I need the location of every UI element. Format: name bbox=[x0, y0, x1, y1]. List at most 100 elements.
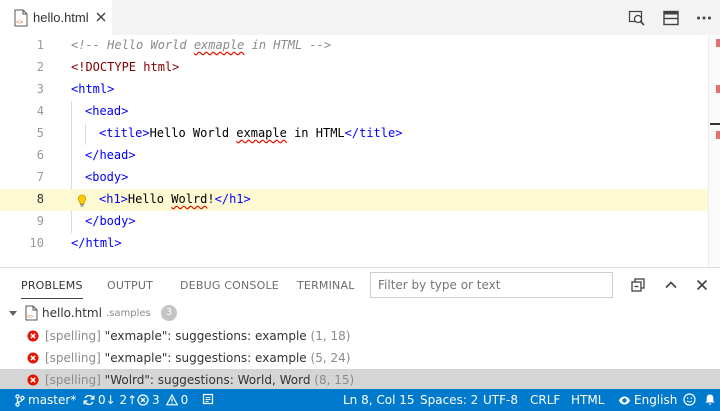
problem-item-selected[interactable]: [spelling] "Wolrd": suggestions: World, … bbox=[0, 369, 720, 391]
code-text: <h1>Hello Wolrd!</h1> bbox=[99, 192, 251, 206]
problem-position: (1, 18) bbox=[310, 329, 351, 343]
code-line[interactable]: 9 </body> bbox=[0, 211, 708, 233]
problem-item[interactable]: [spelling] "exmaple": suggestions: examp… bbox=[0, 347, 720, 369]
code-line[interactable]: 5 <title>Hello World exmaple in HTML</ti… bbox=[0, 123, 708, 145]
line-number: 1 bbox=[36, 38, 44, 52]
code-editor[interactable]: 1 <!-- Hello World exmaple in HTML --> 2… bbox=[0, 35, 720, 267]
sync-status: 0↓ 2↑ bbox=[98, 393, 138, 407]
code-line[interactable]: 10 </html> bbox=[0, 233, 708, 255]
branch-name: master* bbox=[28, 393, 77, 407]
error-icon bbox=[27, 352, 39, 364]
output-icon bbox=[202, 393, 214, 405]
chevron-down-icon[interactable] bbox=[9, 309, 17, 317]
error-icon bbox=[27, 374, 39, 386]
open-preview-icon[interactable] bbox=[628, 9, 646, 27]
notifications[interactable] bbox=[704, 393, 719, 406]
group-file-name: hello.html bbox=[42, 306, 102, 320]
problems-filter[interactable] bbox=[370, 272, 613, 298]
problems-summary[interactable]: 3 0 bbox=[137, 393, 188, 407]
problem-source: [spelling] bbox=[45, 329, 101, 343]
code-line[interactable]: 6 </head> bbox=[0, 145, 708, 167]
maximize-panel-icon[interactable] bbox=[663, 277, 679, 293]
split-editor-icon[interactable] bbox=[662, 9, 680, 27]
error-marker bbox=[716, 39, 720, 47]
code-text: <title>Hello World exmaple in HTML</titl… bbox=[99, 126, 403, 140]
tab-debug-console[interactable]: DEBUG CONSOLE bbox=[180, 279, 279, 292]
problem-message: "Wolrd": suggestions: World, Word bbox=[104, 373, 311, 387]
misspelled-word: exmaple bbox=[236, 126, 287, 140]
cursor-marker bbox=[710, 123, 720, 125]
line-number: 6 bbox=[36, 148, 44, 162]
misspelled-word: Wolrd bbox=[171, 192, 208, 206]
output-log[interactable] bbox=[202, 393, 217, 405]
smiley-icon bbox=[683, 393, 696, 406]
problems-file-group[interactable]: <> hello.html .samples 3 bbox=[0, 303, 720, 325]
code-line[interactable]: 2 <!DOCTYPE html> bbox=[0, 57, 708, 79]
misspelled-word: exmaple bbox=[193, 38, 245, 52]
line-number: 8 bbox=[36, 192, 44, 206]
code-text: <!DOCTYPE html> bbox=[71, 60, 180, 74]
code-text: <body> bbox=[85, 170, 129, 184]
code-text: <!-- Hello World exmaple in HTML --> bbox=[71, 38, 332, 52]
group-folder: .samples bbox=[106, 308, 151, 319]
file-icon: <> bbox=[14, 9, 28, 26]
line-number: 7 bbox=[36, 170, 44, 184]
language-mode[interactable]: HTML bbox=[571, 393, 604, 407]
code-text: <head> bbox=[85, 104, 129, 118]
error-icon bbox=[137, 394, 149, 406]
tab-problems[interactable]: PROBLEMS bbox=[21, 279, 83, 299]
line-number: 3 bbox=[36, 82, 44, 96]
error-marker bbox=[716, 131, 720, 139]
editor-tab-bar: <> hello.html bbox=[0, 0, 720, 35]
filter-input[interactable] bbox=[376, 277, 611, 293]
problem-source: [spelling] bbox=[45, 373, 101, 387]
cursor-position[interactable]: Ln 8, Col 15 bbox=[343, 393, 415, 407]
problem-item[interactable]: [spelling] "exmaple": suggestions: examp… bbox=[0, 325, 720, 347]
code-line[interactable]: 7 <body> bbox=[0, 167, 708, 189]
spell-language[interactable]: English bbox=[618, 393, 677, 407]
line-number: 10 bbox=[29, 236, 44, 250]
git-branch-icon bbox=[15, 393, 25, 407]
tab-hello-html[interactable]: <> hello.html bbox=[0, 0, 112, 35]
indentation[interactable]: Spaces: 2 bbox=[420, 393, 478, 407]
end-of-line[interactable]: CRLF bbox=[530, 393, 560, 407]
git-sync[interactable]: 0↓ 2↑ bbox=[83, 393, 137, 407]
sync-icon bbox=[83, 394, 95, 406]
line-number: 5 bbox=[36, 126, 44, 140]
bottom-panel: PROBLEMS OUTPUT DEBUG CONSOLE TERMINAL <… bbox=[0, 267, 720, 394]
git-branch[interactable]: master* bbox=[15, 393, 76, 407]
error-icon bbox=[27, 330, 39, 342]
encoding[interactable]: UTF-8 bbox=[483, 393, 518, 407]
code-line[interactable]: 4 <head> bbox=[0, 101, 708, 123]
problem-message: "exmaple": suggestions: example bbox=[104, 351, 307, 365]
error-count: 3 bbox=[152, 393, 160, 407]
more-actions-icon[interactable] bbox=[695, 9, 713, 27]
file-icon: <> bbox=[25, 305, 38, 321]
status-bar: master* 0↓ 2↑ 3 0 Ln 8, Col 15 Spaces: 2… bbox=[0, 389, 720, 411]
collapse-all-icon[interactable] bbox=[630, 277, 646, 293]
code-text: <html> bbox=[71, 82, 115, 96]
problem-count-badge: 3 bbox=[161, 305, 177, 321]
eye-icon bbox=[618, 396, 631, 404]
bell-icon bbox=[705, 394, 715, 405]
warning-icon bbox=[165, 394, 178, 406]
overview-ruler[interactable] bbox=[708, 35, 720, 267]
code-line-current[interactable]: 8 <h1>Hello Wolrd!</h1> bbox=[0, 189, 708, 211]
svg-text:<>: <> bbox=[27, 314, 34, 320]
feedback[interactable] bbox=[683, 393, 700, 406]
problem-position: (8, 15) bbox=[314, 373, 355, 387]
line-number: 2 bbox=[36, 60, 44, 74]
problem-source: [spelling] bbox=[45, 351, 101, 365]
close-panel-icon[interactable] bbox=[694, 277, 710, 293]
code-line[interactable]: 1 <!-- Hello World exmaple in HTML --> bbox=[0, 35, 708, 57]
close-icon[interactable] bbox=[95, 11, 107, 23]
code-text: </html> bbox=[71, 236, 122, 250]
code-text: </head> bbox=[85, 148, 136, 162]
code-line[interactable]: 3 <html> bbox=[0, 79, 708, 101]
tab-label: hello.html bbox=[33, 10, 89, 25]
tab-output[interactable]: OUTPUT bbox=[107, 279, 153, 292]
error-marker bbox=[716, 85, 720, 93]
lightbulb-icon[interactable] bbox=[77, 194, 87, 207]
spell-language-label: English bbox=[634, 393, 678, 407]
tab-terminal[interactable]: TERMINAL bbox=[297, 279, 355, 292]
